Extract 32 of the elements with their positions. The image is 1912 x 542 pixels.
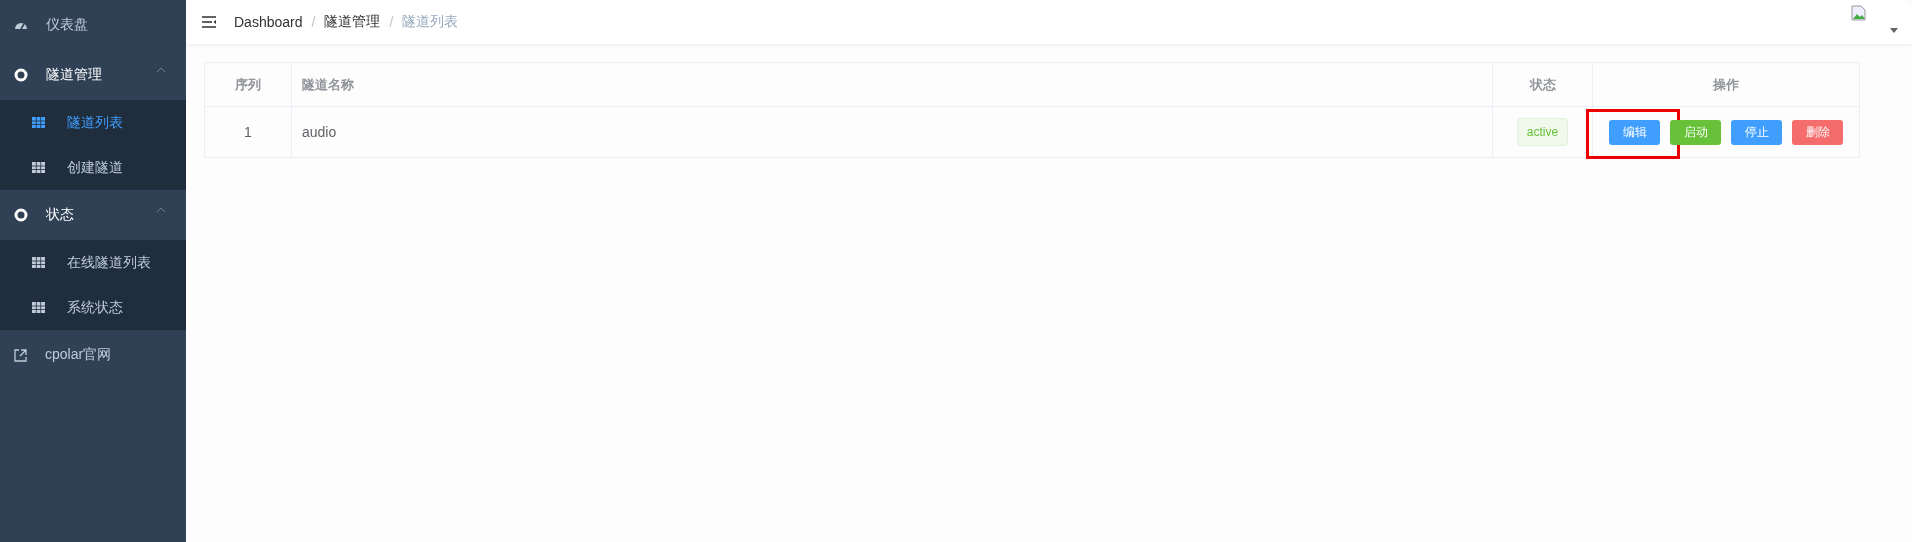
column-header: 状态 bbox=[1492, 62, 1593, 107]
caret-icon bbox=[156, 67, 166, 73]
ring-icon bbox=[14, 208, 28, 222]
breadcrumb-separator: / bbox=[389, 14, 394, 30]
breadcrumb-item[interactable]: Dashboard bbox=[234, 14, 303, 30]
dropdown-caret-icon[interactable] bbox=[1890, 28, 1898, 33]
submenu-item[interactable]: 在线隧道列表 bbox=[0, 240, 186, 285]
sidebar-item[interactable]: cpolar官网 bbox=[0, 330, 186, 380]
table-cell: audio bbox=[291, 106, 1493, 158]
breadcrumb-item: 隧道列表 bbox=[402, 13, 459, 31]
column-header: 序列 bbox=[204, 62, 292, 107]
status-tag: active bbox=[1516, 118, 1569, 146]
menu-icon[interactable] bbox=[202, 16, 216, 28]
submenu-item[interactable]: 创建隧道 bbox=[0, 145, 186, 190]
breadcrumb-item[interactable]: 隧道管理 bbox=[324, 13, 381, 31]
external-link-icon bbox=[14, 348, 27, 362]
ring-icon bbox=[14, 68, 28, 82]
submenu-item[interactable]: 系统状态 bbox=[0, 285, 186, 330]
breadcrumb-separator: / bbox=[311, 14, 316, 30]
grid-icon bbox=[32, 162, 45, 173]
caret-icon bbox=[156, 207, 166, 213]
table-cell: 1 bbox=[204, 106, 292, 158]
column-header: 隧道名称 bbox=[291, 62, 1493, 107]
grid-icon bbox=[32, 257, 45, 268]
column-header: 操作 bbox=[1592, 62, 1860, 107]
sidebar-item[interactable]: 状态 bbox=[0, 190, 186, 240]
grid-icon bbox=[32, 302, 45, 313]
sidebar-item[interactable]: 隧道管理 bbox=[0, 50, 186, 100]
grid-icon bbox=[32, 117, 45, 128]
broken-image-icon[interactable] bbox=[1851, 5, 1866, 21]
submenu-item[interactable]: 隧道列表 bbox=[0, 100, 186, 145]
sidebar-item[interactable]: 仪表盘 bbox=[0, 0, 186, 50]
